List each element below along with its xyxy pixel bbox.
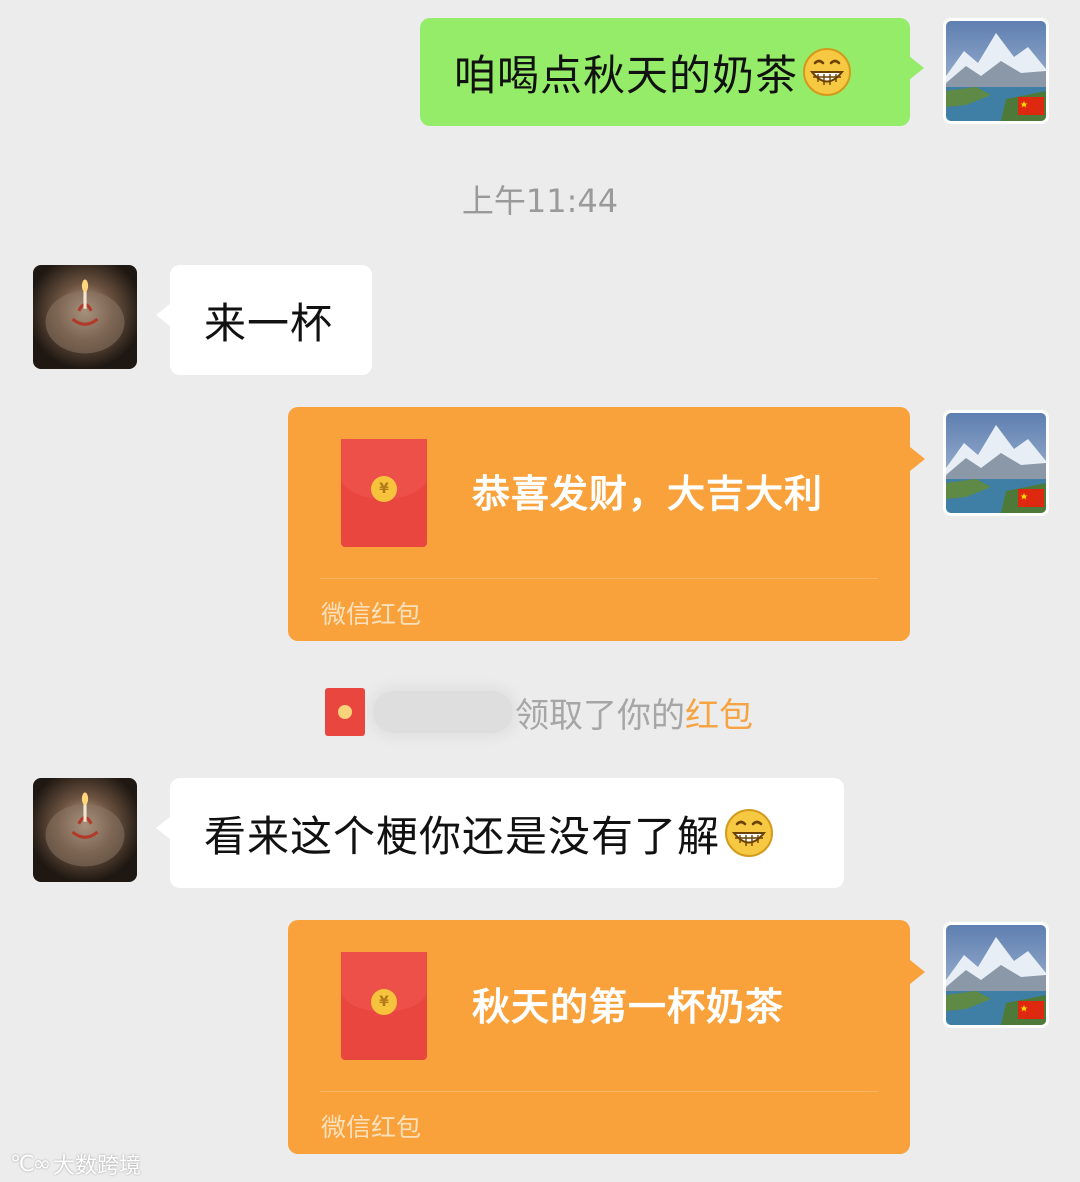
red-packet-divider	[320, 1091, 878, 1092]
red-packet-label: 微信红包	[321, 600, 422, 629]
message-bubble-received[interactable]: 看来这个梗你还是没有了解	[156, 778, 844, 888]
blurred-name	[373, 691, 513, 733]
my-avatar[interactable]	[943, 922, 1049, 1028]
friend-avatar[interactable]	[33, 778, 137, 882]
red-envelope-icon: ¥	[341, 952, 427, 1060]
message-bubble-received[interactable]: 来一杯	[156, 265, 372, 375]
grinning-emoji-icon	[724, 808, 774, 858]
message-timestamp: 上午11:44	[461, 182, 619, 220]
notice-red-packet-link[interactable]: 红包	[685, 688, 753, 737]
message-text: 咱喝点秋天的奶茶	[454, 50, 799, 100]
red-envelope-small-icon	[325, 688, 365, 736]
message-text: 来一杯	[204, 298, 334, 348]
red-packet-card[interactable]: ¥ 恭喜发财，大吉大利 微信红包	[288, 407, 925, 641]
red-packet-title: 秋天的第一杯奶茶	[472, 985, 785, 1029]
notice-text: 领取了你的	[515, 695, 685, 736]
grinning-emoji-icon	[802, 47, 852, 97]
my-avatar[interactable]	[943, 410, 1049, 516]
message-bubble-sent[interactable]: 咱喝点秋天的奶茶	[420, 18, 924, 126]
friend-avatar[interactable]	[33, 265, 137, 369]
message-text: 看来这个梗你还是没有了解	[204, 811, 721, 861]
red-envelope-icon: ¥	[341, 439, 427, 547]
watermark-text: 大数跨境	[53, 1154, 142, 1179]
red-packet-label: 微信红包	[321, 1113, 422, 1142]
red-packet-claim-notice: 领取了你的 红包	[325, 688, 753, 736]
red-packet-title: 恭喜发财，大吉大利	[472, 472, 824, 516]
red-packet-divider	[320, 578, 878, 579]
red-packet-card[interactable]: ¥ 秋天的第一杯奶茶 微信红包	[288, 920, 925, 1154]
watermark: ℃∞ 大数跨境	[10, 1148, 141, 1180]
my-avatar[interactable]	[943, 18, 1049, 124]
watermark-logo-icon: ℃∞	[10, 1151, 51, 1177]
